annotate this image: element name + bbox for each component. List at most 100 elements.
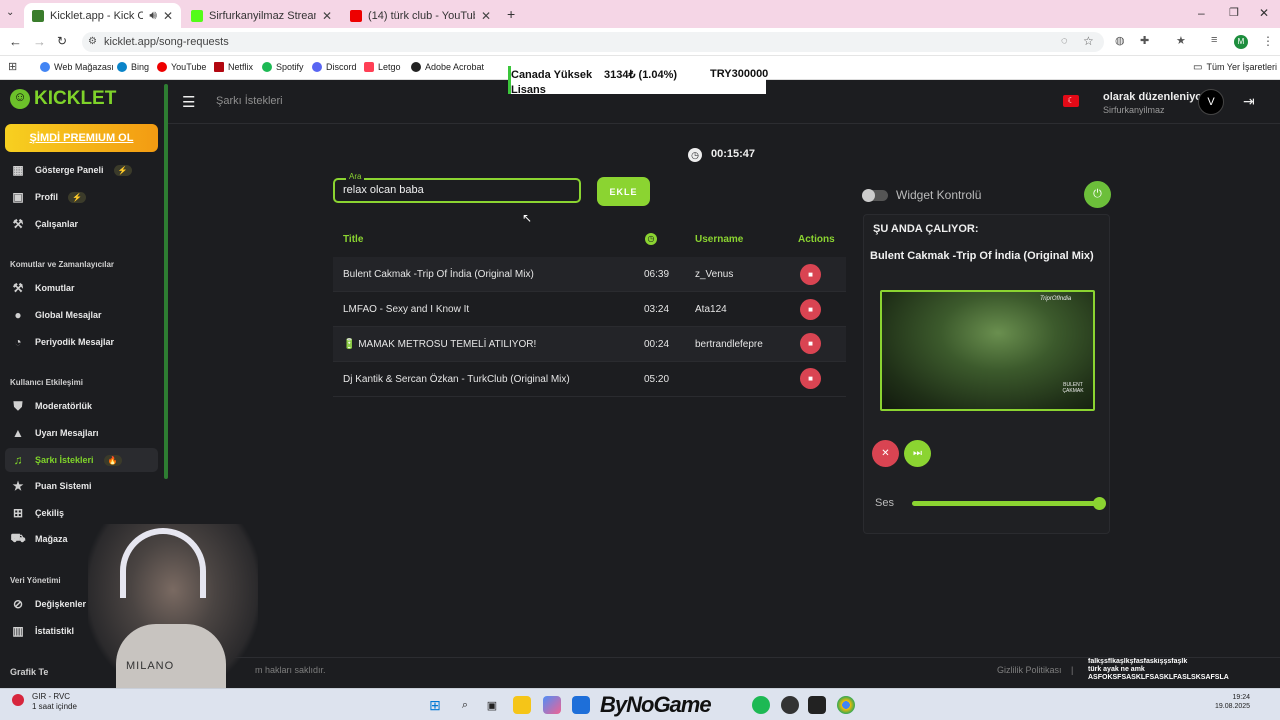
now-playing-label: ŞU ANDA ÇALIYOR: (873, 223, 979, 235)
menu-toggle-icon[interactable]: ☰ (182, 93, 195, 111)
copilot-icon[interactable] (543, 696, 561, 714)
kicklet-logo[interactable]: ☺ KICKLET (10, 88, 116, 110)
song-title: Dj Kantik & Sercan Özkan - TurkClub (Ori… (343, 374, 570, 385)
bookmark-web-store[interactable]: Web Mağazası (40, 60, 114, 74)
apps-icon[interactable]: ⊞ (8, 60, 17, 73)
song-duration: 05:20 (644, 374, 670, 385)
bookmark-label: Spotify (276, 62, 304, 72)
toggle-knob (862, 189, 875, 202)
gift-icon: ⊞ (12, 506, 24, 520)
warning-icon: ▲ (12, 426, 24, 440)
bookmark-adobe[interactable]: Adobe Acrobat (411, 60, 484, 74)
sidebar-item-label: Komutlar (35, 283, 75, 293)
bookmark-label: Web Mağazası (54, 62, 114, 72)
tab-list-button[interactable]: ⌄ (6, 7, 14, 18)
store-icon[interactable] (572, 696, 590, 714)
tab-youtube[interactable]: (14) türk club - YouTube ✕ (342, 3, 499, 28)
volume-slider[interactable] (912, 497, 1106, 510)
sidebar-item-warnings[interactable]: ▲ Uyarı Mesajları (5, 421, 158, 445)
site-info-icon[interactable]: ⚙ (88, 36, 97, 47)
sidebar-item-workers[interactable]: ⚒ Çalışanlar (5, 212, 158, 236)
task-view-icon[interactable]: ▣ (483, 696, 501, 714)
volume-label: Ses (875, 497, 894, 509)
privacy-link[interactable]: Gizlilik Politikası (997, 665, 1062, 675)
close-tab-icon[interactable]: ✕ (322, 9, 332, 23)
stop-button[interactable]: ✕ (872, 440, 899, 467)
maximize-icon[interactable]: ❐ (1229, 6, 1239, 19)
kick-favicon (191, 9, 203, 22)
reload-icon[interactable]: ↻ (57, 34, 67, 48)
premium-button[interactable]: ŞİMDİ PREMIUM OL (5, 124, 158, 152)
taskbar-widget[interactable]: GIR - RVC 1 saat içinde (32, 692, 77, 712)
bookmark-bing[interactable]: Bing (117, 60, 149, 74)
clock-icon: ◷ (688, 148, 702, 162)
avatar[interactable]: V (1198, 89, 1224, 115)
file-explorer-icon[interactable] (513, 696, 531, 714)
sidebar-item-label: Global Mesajlar (35, 310, 102, 320)
delete-button[interactable]: ■ (800, 264, 821, 285)
tab-kick-stream[interactable]: Sirfurkanyilmaz Stream - Watch ✕ (183, 3, 340, 28)
app-icon[interactable] (808, 696, 826, 714)
power-button[interactable]: ⏻ (1084, 181, 1111, 208)
new-tab-button[interactable]: + (507, 6, 515, 22)
speaker-icon[interactable]: 🔊︎ (149, 8, 157, 23)
sidebar-item-giveaway[interactable]: ⊞ Çekiliş (5, 501, 158, 525)
weather-icon[interactable] (12, 694, 24, 706)
variables-icon: ⊘ (12, 597, 24, 611)
turkey-flag-icon[interactable]: ☾ (1063, 95, 1079, 107)
chat-bubble-icon: ● (14, 308, 22, 322)
logout-icon[interactable]: ⇥ (1243, 93, 1255, 110)
sidebar-item-global-messages[interactable]: ● Global Mesajlar (5, 303, 158, 327)
app-icon[interactable] (752, 696, 770, 714)
skip-button[interactable]: ⏭ (904, 440, 931, 467)
puzzle-icon[interactable]: ✚ (1140, 34, 1149, 47)
tab-kicklet[interactable]: Kicklet.app - Kick Chatbot a 🔊︎ ✕ (24, 3, 181, 28)
more-menu-icon[interactable]: ⋮ (1262, 34, 1274, 48)
all-bookmarks[interactable]: ▭ Tüm Yer İşaretleri (1193, 60, 1277, 74)
sidebar-item-dashboard[interactable]: ▦ Gösterge Paneli ⚡ (5, 158, 158, 182)
taskbar-clock[interactable]: 19:24 19.08.2025 (1215, 693, 1250, 711)
sidebar-item-periodic-messages[interactable]: ◔ Periyodik Mesajlar (5, 330, 158, 354)
sidebar-item-commands[interactable]: ⚒ Komutlar (5, 276, 158, 300)
close-tab-icon[interactable]: ✕ (163, 9, 173, 23)
sidebar-item-song-requests[interactable]: ♫ Şarkı İstekleri 🔥 (5, 448, 158, 472)
close-tab-icon[interactable]: ✕ (481, 9, 491, 23)
add-button[interactable]: EKLE (597, 177, 650, 206)
minimize-icon[interactable]: – (1198, 6, 1205, 20)
back-icon[interactable]: ← (9, 34, 22, 49)
sidebar-item-moderation[interactable]: ⛊ Moderatörlük (5, 394, 158, 418)
bookmark-netflix[interactable]: Netflix (214, 60, 253, 74)
delete-button[interactable]: ■ (800, 368, 821, 389)
trash-icon: ■ (808, 339, 813, 348)
sidebar-item-points[interactable]: ★ Puan Sistemi (5, 474, 158, 498)
delete-button[interactable]: ■ (800, 333, 821, 354)
url-field[interactable]: kicklet.app/song-requests (82, 32, 1104, 52)
volume-handle[interactable] (1093, 497, 1106, 510)
bookmark-letgo[interactable]: Letgo (364, 60, 401, 74)
forward-icon[interactable]: → (33, 34, 46, 49)
bookmark-discord[interactable]: Discord (312, 60, 357, 74)
footer-separator: | (1071, 665, 1074, 675)
close-window-icon[interactable]: ✕ (1259, 6, 1269, 20)
search-icon[interactable]: ⌕ (456, 696, 474, 714)
workers-icon: ⚒ (12, 217, 24, 231)
app-icon[interactable] (781, 696, 799, 714)
bookmark-star-icon[interactable]: ☆ (1083, 34, 1094, 48)
now-playing-title: Bulent Cakmak -Trip Of İndia (Original M… (870, 250, 1094, 262)
sidebar-scrollbar[interactable] (164, 84, 168, 479)
favorites-icon[interactable]: ★ (1176, 34, 1186, 47)
search-input[interactable] (343, 183, 573, 197)
windows-start-icon[interactable]: ⊞ (426, 696, 444, 714)
media-icon[interactable]: ≡ (1211, 34, 1217, 46)
widget-toggle[interactable] (862, 189, 888, 202)
bookmark-youtube[interactable]: YouTube (157, 60, 206, 74)
eye-off-icon[interactable]: ◌ (1061, 35, 1068, 47)
sidebar-item-profile[interactable]: ▣ Profil ⚡ (5, 185, 158, 209)
delete-button[interactable]: ■ (800, 299, 821, 320)
bookmark-spotify[interactable]: Spotify (262, 60, 304, 74)
sidebar-item-label: Profil (35, 192, 59, 202)
profile-avatar[interactable]: M (1234, 35, 1248, 49)
extension-icon[interactable]: ◍ (1115, 34, 1125, 47)
column-actions: Actions (798, 234, 835, 245)
chrome-icon[interactable] (837, 696, 855, 714)
